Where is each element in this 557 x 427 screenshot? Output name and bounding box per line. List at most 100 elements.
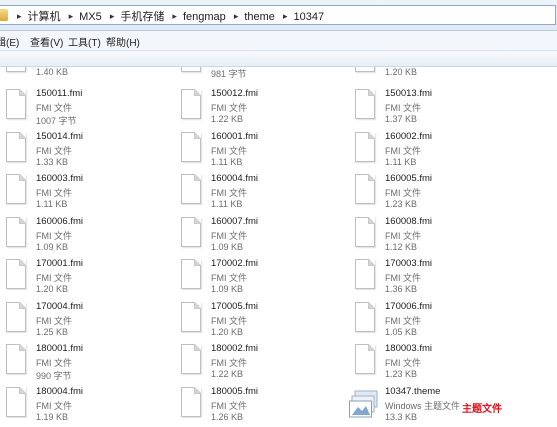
document-icon <box>355 259 375 289</box>
file-tile[interactable]: 170005.fmi FMI 文件 1.20 KB <box>175 300 345 342</box>
menu-tools[interactable]: 工具(T) <box>68 34 101 49</box>
file-size: 1.20 KB <box>211 327 244 337</box>
file-size: 1.11 KB <box>36 199 68 209</box>
breadcrumb-item-mx5[interactable]: MX5 <box>79 11 102 23</box>
menu-help[interactable]: 帮助(H) <box>106 34 140 49</box>
file-type: FMI 文件 <box>36 273 72 283</box>
file-size: 1.09 KB <box>36 242 69 252</box>
file-tile[interactable]: 160002.fmi FMI 文件 1.11 KB <box>349 130 519 172</box>
file-tile[interactable]: 160008.fmi FMI 文件 1.12 KB <box>349 215 519 257</box>
file-size: 1.09 KB <box>211 284 244 294</box>
file-type: FMI 文件 <box>211 358 247 368</box>
address-field[interactable]: ▸ 计算机 ▸ MX5 ▸ 手机存储 ▸ fengmap ▸ theme ▸ 10347 <box>0 5 556 25</box>
file-tile[interactable]: 981 字节 <box>175 67 345 82</box>
file-name: 170003.fmi <box>385 258 433 269</box>
file-type: FMI 文件 <box>385 358 421 368</box>
chevron-right-icon[interactable]: ▸ <box>64 11 80 21</box>
file-tile[interactable]: 150011.fmi FMI 文件 1007 字节 <box>0 87 170 129</box>
file-size: 1.20 KB <box>36 284 69 294</box>
file-tile[interactable]: 170003.fmi FMI 文件 1.36 KB <box>349 257 519 299</box>
file-type: FMI 文件 <box>36 103 72 113</box>
document-icon <box>6 217 26 247</box>
breadcrumb: ▸ 计算机 ▸ MX5 ▸ 手机存储 ▸ fengmap ▸ theme ▸ 10347 <box>12 8 324 24</box>
file-tile[interactable]: 160006.fmi FMI 文件 1.09 KB <box>0 215 170 257</box>
chevron-right-icon[interactable]: ▸ <box>167 11 183 21</box>
document-icon <box>355 344 375 374</box>
file-size: 1.33 KB <box>36 157 69 167</box>
file-tile[interactable]: 160003.fmi FMI 文件 1.11 KB <box>0 172 170 214</box>
file-tile[interactable]: 180004.fmi FMI 文件 1.19 KB <box>0 385 170 427</box>
menu-edit[interactable]: 编辑(E) <box>0 34 19 49</box>
file-tile[interactable]: 1.20 KB <box>349 67 519 82</box>
file-tile[interactable]: 180005.fmi FMI 文件 1.26 KB <box>175 385 345 427</box>
file-tile[interactable]: 180001.fmi FMI 文件 990 字节 <box>0 342 170 384</box>
file-type: FMI 文件 <box>211 231 247 241</box>
file-size: 1.37 KB <box>385 114 418 124</box>
file-name: 180002.fmi <box>211 343 259 354</box>
breadcrumb-item-phone-storage[interactable]: 手机存储 <box>120 11 164 23</box>
file-name: 160004.fmi <box>211 173 259 184</box>
file-size: 1007 字节 <box>36 116 77 126</box>
document-icon <box>181 67 201 72</box>
file-tile[interactable]: 180003.fmi FMI 文件 1.23 KB <box>349 342 519 384</box>
menu-view[interactable]: 查看(V) <box>30 34 63 49</box>
file-tile[interactable]: 170002.fmi FMI 文件 1.09 KB <box>175 257 345 299</box>
file-tile[interactable]: 150014.fmi FMI 文件 1.33 KB <box>0 130 170 172</box>
breadcrumb-item-theme[interactable]: theme <box>244 11 275 23</box>
file-size: 981 字节 <box>211 69 247 79</box>
document-icon <box>181 174 201 204</box>
document-icon <box>181 344 201 374</box>
file-tile[interactable]: 160005.fmi FMI 文件 1.23 KB <box>349 172 519 214</box>
file-size: 1.19 KB <box>36 412 69 422</box>
chevron-right-icon[interactable]: ▸ <box>105 11 121 21</box>
document-icon <box>355 67 375 72</box>
file-name: 180003.fmi <box>385 343 433 354</box>
document-icon <box>181 89 201 119</box>
file-name: 150011.fmi <box>36 88 83 99</box>
file-size: 1.20 KB <box>385 67 418 77</box>
file-tile[interactable]: 160004.fmi FMI 文件 1.11 KB <box>175 172 345 214</box>
file-name: 160007.fmi <box>211 216 259 227</box>
chevron-right-icon[interactable]: ▸ <box>229 11 245 21</box>
file-name: 180001.fmi <box>36 343 84 354</box>
theme-file-annotation: 主题文件 <box>462 404 502 415</box>
document-icon <box>355 302 375 332</box>
file-type: FMI 文件 <box>211 103 247 113</box>
file-tile[interactable]: 160001.fmi FMI 文件 1.11 KB <box>175 130 345 172</box>
file-size: 1.11 KB <box>385 157 417 167</box>
breadcrumb-item-computer[interactable]: 计算机 <box>28 11 61 23</box>
file-name: 150014.fmi <box>36 131 84 142</box>
chevron-right-icon[interactable]: ▸ <box>278 11 294 21</box>
document-icon <box>6 259 26 289</box>
document-icon <box>6 387 26 417</box>
file-size: 1.22 KB <box>211 369 244 379</box>
file-name: 160003.fmi <box>36 173 84 184</box>
file-tile[interactable]: 180002.fmi FMI 文件 1.22 KB <box>175 342 345 384</box>
file-tile[interactable]: 170001.fmi FMI 文件 1.20 KB <box>0 257 170 299</box>
file-tile[interactable]: 1.40 KB <box>0 67 170 82</box>
file-size: 1.09 KB <box>211 242 244 252</box>
document-icon <box>355 132 375 162</box>
document-icon <box>6 344 26 374</box>
chevron-right-icon[interactable]: ▸ <box>12 11 28 21</box>
file-tile[interactable]: 150013.fmi FMI 文件 1.37 KB <box>349 87 519 129</box>
file-name: 170002.fmi <box>211 258 259 269</box>
document-icon <box>6 89 26 119</box>
document-icon <box>355 89 375 119</box>
breadcrumb-item-10347[interactable]: 10347 <box>294 11 325 23</box>
file-type: FMI 文件 <box>385 316 421 326</box>
breadcrumb-item-fengmap[interactable]: fengmap <box>183 11 226 23</box>
document-icon <box>181 302 201 332</box>
file-tile[interactable]: 170004.fmi FMI 文件 1.25 KB <box>0 300 170 342</box>
file-tile[interactable]: 150012.fmi FMI 文件 1.22 KB <box>175 87 345 129</box>
file-tile[interactable]: 170006.fmi FMI 文件 1.05 KB <box>349 300 519 342</box>
file-tile[interactable]: 160007.fmi FMI 文件 1.09 KB <box>175 215 345 257</box>
file-name: 170004.fmi <box>36 301 84 312</box>
file-name: 160005.fmi <box>385 173 433 184</box>
file-size: 1.12 KB <box>385 242 418 252</box>
file-type: FMI 文件 <box>36 316 72 326</box>
file-type: FMI 文件 <box>36 188 72 198</box>
file-size: 13.3 KB <box>385 412 418 422</box>
file-size: 1.25 KB <box>36 327 69 337</box>
file-name: 180005.fmi <box>211 386 259 397</box>
